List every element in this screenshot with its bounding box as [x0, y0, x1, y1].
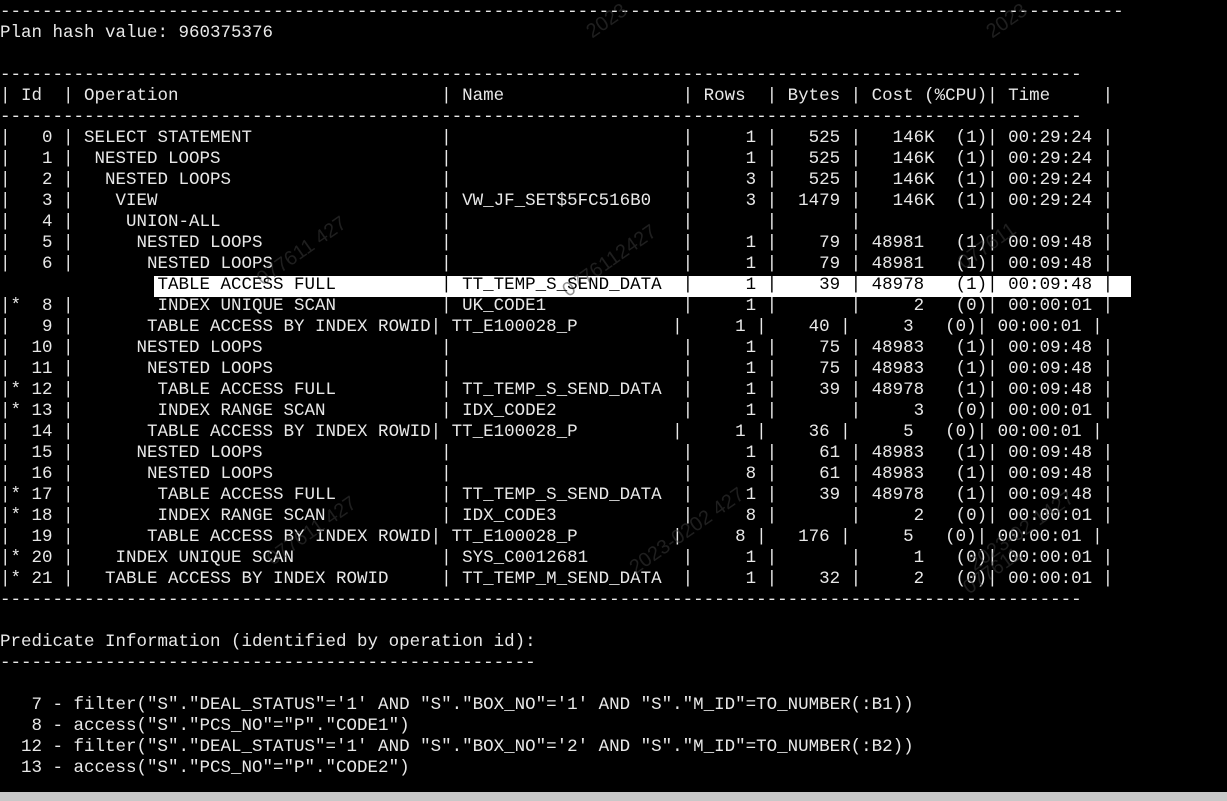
plan-row: | 4 | UNION-ALL | | | | | | [0, 212, 1114, 232]
predicate-rule: ----------------------------------------… [0, 653, 536, 673]
plan-row: | 14 | TABLE ACCESS BY INDEX ROWID| TT_E… [0, 422, 1103, 442]
terminal-window[interactable]: ----------------------------------------… [0, 0, 1227, 801]
plan-row: | 5 | NESTED LOOPS | | 1 | 79 | 48981 (1… [0, 233, 1114, 253]
plan-row: | 3 | VIEW | VW_JF_SET$5FC516B0 | 3 | 14… [0, 191, 1114, 211]
predicate-line: 13 - access("S"."PCS_NO"="P"."CODE2") [0, 758, 410, 778]
plan-row: | 16 | NESTED LOOPS | | 8 | 61 | 48983 (… [0, 464, 1114, 484]
table-rule-bottom: ----------------------------------------… [0, 590, 1082, 610]
table-header: | Id | Operation | Name | Rows | Bytes |… [0, 86, 1114, 106]
table-rule-header: ----------------------------------------… [0, 107, 1082, 127]
predicate-line: 7 - filter("S"."DEAL_STATUS"='1' AND "S"… [0, 695, 914, 715]
plan-row: | 11 | NESTED LOOPS | | 1 | 75 | 48983 (… [0, 359, 1114, 379]
window-bottom-bar [0, 792, 1227, 801]
plan-row: |* 12 | TABLE ACCESS FULL | TT_TEMP_S_SE… [0, 380, 1114, 400]
plan-row: | 15 | NESTED LOOPS | | 1 | 61 | 48983 (… [0, 443, 1114, 463]
plan-row: | 1 | NESTED LOOPS | | 1 | 525 | 146K (1… [0, 149, 1114, 169]
plan-row: | 10 | NESTED LOOPS | | 1 | 75 | 48983 (… [0, 338, 1114, 358]
top-rule: ----------------------------------------… [0, 2, 1124, 22]
predicate-line: 8 - access("S"."PCS_NO"="P"."CODE1") [0, 716, 410, 736]
plan-row: | 2 | NESTED LOOPS | | 3 | 525 | 146K (1… [0, 170, 1114, 190]
plan-row: | 19 | TABLE ACCESS BY INDEX ROWID| TT_E… [0, 527, 1103, 547]
plan-row-selected: |* 7 | TABLE ACCESS FULL | TT_TEMP_S_SEN… [0, 275, 1114, 295]
plan-row: | 6 | NESTED LOOPS | | 1 | 79 | 48981 (1… [0, 254, 1114, 274]
plan-row: | 0 | SELECT STATEMENT | | 1 | 525 | 146… [0, 128, 1114, 148]
plan-hash-line: Plan hash value: 960375376 [0, 23, 274, 43]
plan-row: | 9 | TABLE ACCESS BY INDEX ROWID| TT_E1… [0, 317, 1103, 337]
plan-row: |* 21 | TABLE ACCESS BY INDEX ROWID | TT… [0, 569, 1114, 589]
plan-row: |* 20 | INDEX UNIQUE SCAN | SYS_C0012681… [0, 548, 1114, 568]
table-rule-top: ----------------------------------------… [0, 65, 1082, 85]
plan-row: |* 17 | TABLE ACCESS FULL | TT_TEMP_S_SE… [0, 485, 1114, 505]
predicate-title: Predicate Information (identified by ope… [0, 632, 536, 652]
plan-row: |* 8 | INDEX UNIQUE SCAN | UK_CODE1 | 1 … [0, 296, 1114, 316]
plan-row: |* 18 | INDEX RANGE SCAN | IDX_CODE3 | 8… [0, 506, 1114, 526]
predicate-line: 12 - filter("S"."DEAL_STATUS"='1' AND "S… [0, 737, 914, 757]
plan-row: |* 13 | INDEX RANGE SCAN | IDX_CODE2 | 1… [0, 401, 1114, 421]
